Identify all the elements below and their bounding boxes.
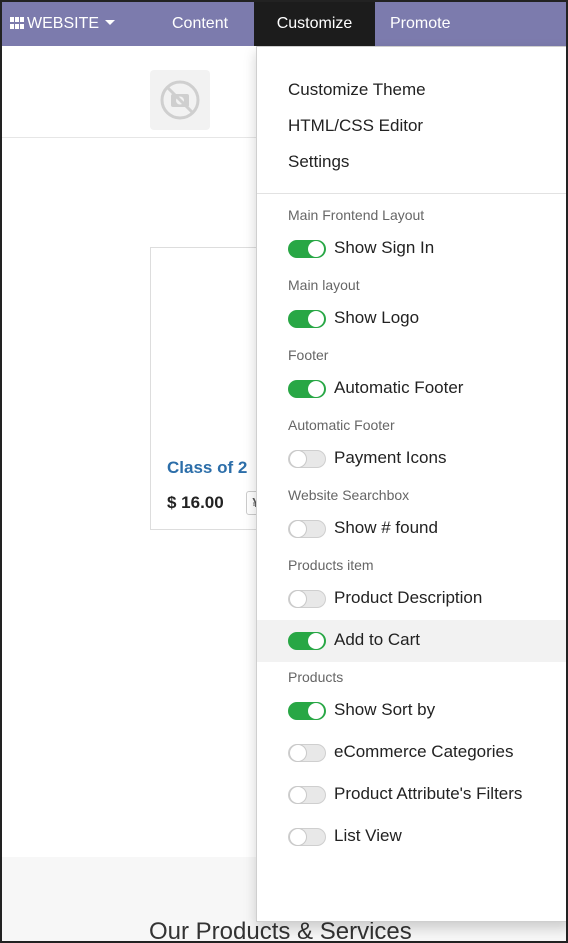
- option-show-logo[interactable]: Show Logo: [257, 298, 566, 340]
- option-label: Automatic Footer: [334, 378, 464, 397]
- toggle-knob: [290, 829, 306, 845]
- product-name[interactable]: Class of 2: [167, 458, 247, 478]
- group-header: Automatic Footer: [288, 417, 395, 433]
- toggle-switch[interactable]: [288, 786, 326, 804]
- option-show-sign-in[interactable]: Show Sign In: [257, 228, 566, 270]
- option-label: Product Description: [334, 588, 483, 607]
- promote-menu[interactable]: Promote: [390, 2, 450, 46]
- website-menu-label: WEBSITE: [27, 15, 100, 32]
- customize-theme-link[interactable]: Customize Theme: [288, 80, 426, 100]
- toggle-knob: [308, 381, 324, 397]
- group-header: Website Searchbox: [288, 487, 410, 503]
- toggle-knob: [308, 311, 324, 327]
- option-payment-icons[interactable]: Payment Icons: [257, 438, 566, 480]
- toggle-knob: [290, 745, 306, 761]
- toggle-knob: [290, 787, 306, 803]
- option-automatic-footer[interactable]: Automatic Footer: [257, 368, 566, 410]
- group-header: Products item: [288, 557, 374, 573]
- option-add-to-cart[interactable]: Add to Cart: [257, 620, 566, 662]
- option-label: Show Logo: [334, 308, 420, 327]
- toggle-switch[interactable]: [288, 702, 326, 720]
- option-product-attribute-s-filters[interactable]: Product Attribute's Filters: [257, 774, 566, 816]
- toggle-switch[interactable]: [288, 240, 326, 258]
- top-navbar: WEBSITE Content Customize Promote: [2, 2, 566, 46]
- option-label: List View: [334, 826, 402, 845]
- toggle-knob: [290, 591, 306, 607]
- toggle-knob: [308, 241, 324, 257]
- menu-divider: [257, 193, 566, 194]
- browser-frame: Class of 2 $ 16.00 ¥ Our Products & Serv…: [0, 0, 568, 943]
- toggle-switch[interactable]: [288, 450, 326, 468]
- toggle-switch[interactable]: [288, 380, 326, 398]
- settings-link[interactable]: Settings: [288, 152, 349, 172]
- option-label: Show Sign In: [334, 238, 435, 257]
- option-product-description[interactable]: Product Description: [257, 578, 566, 620]
- toggle-knob: [290, 521, 306, 537]
- apps-grid-icon: [10, 17, 24, 29]
- group-header: Products: [288, 669, 344, 685]
- option-show-found[interactable]: Show # found: [257, 508, 566, 550]
- customize-menu[interactable]: Customize: [254, 2, 375, 46]
- website-menu[interactable]: WEBSITE: [10, 2, 116, 46]
- toggle-switch[interactable]: [288, 590, 326, 608]
- group-header: Main Frontend Layout: [288, 207, 425, 223]
- toggle-knob: [308, 703, 324, 719]
- group-header: Main layout: [288, 277, 360, 293]
- toggle-knob: [308, 633, 324, 649]
- toggle-knob: [290, 451, 306, 467]
- toggle-switch[interactable]: [288, 632, 326, 650]
- caret-down-icon: [105, 20, 116, 25]
- option-label: Payment Icons: [334, 448, 447, 467]
- content-menu[interactable]: Content: [172, 2, 228, 46]
- toggle-switch[interactable]: [288, 310, 326, 328]
- option-show-sort-by[interactable]: Show Sort by: [257, 690, 566, 732]
- option-label: Show # found: [334, 518, 438, 537]
- logo-placeholder-icon: [150, 70, 210, 130]
- toggle-switch[interactable]: [288, 520, 326, 538]
- toggle-switch[interactable]: [288, 828, 326, 846]
- product-price: $ 16.00: [167, 493, 224, 512]
- option-label: eCommerce Categories: [334, 742, 514, 761]
- option-label: Show Sort by: [334, 700, 436, 719]
- toggle-switch[interactable]: [288, 744, 326, 762]
- customize-dropdown: Customize Theme HTML/CSS Editor Settings…: [256, 46, 566, 922]
- option-list-view[interactable]: List View: [257, 816, 566, 858]
- option-ecommerce-categories[interactable]: eCommerce Categories: [257, 732, 566, 774]
- group-header: Footer: [288, 347, 329, 363]
- option-label: Product Attribute's Filters: [334, 784, 523, 803]
- html-css-editor-link[interactable]: HTML/CSS Editor: [288, 116, 423, 136]
- option-label: Add to Cart: [334, 630, 420, 649]
